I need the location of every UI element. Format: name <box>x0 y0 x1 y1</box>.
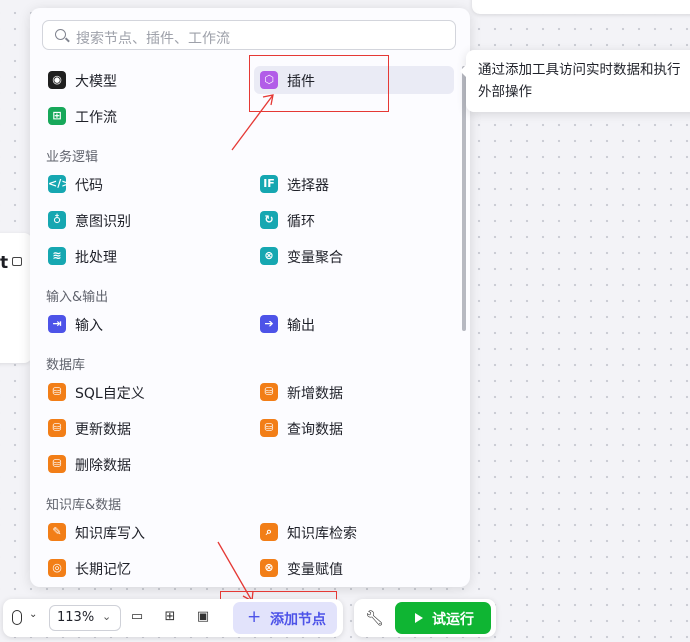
add-node-label: 添加节点 <box>270 612 326 628</box>
wrench-icon[interactable]: 🔧︎ <box>365 609 384 627</box>
plus-icon: + <box>247 607 262 627</box>
layout-grid-icon[interactable]: ⊞ <box>163 610 177 624</box>
annotation-arrows <box>217 94 274 603</box>
test-run-button[interactable]: 试运行 <box>395 602 491 634</box>
play-icon <box>415 613 423 623</box>
run-toolbar: 🔧︎ 试运行 <box>354 599 496 637</box>
chevron-down-icon[interactable]: ⌄ <box>29 609 37 620</box>
test-run-label: 试运行 <box>432 612 474 628</box>
zoom-select[interactable]: 113% ⌄ <box>49 605 121 631</box>
zoom-value: 113% <box>57 610 95 625</box>
add-node-button[interactable]: + 添加节点 <box>233 602 337 634</box>
minimap-icon[interactable]: ▣ <box>196 610 210 624</box>
canvas-toolbar: ⌄ 113% ⌄ ▭ ⊞ ▣ + 添加节点 <box>3 599 343 637</box>
chevron-down-icon: ⌄ <box>102 610 112 623</box>
mouse-mode-icon[interactable] <box>12 610 22 625</box>
comment-icon[interactable]: ▭ <box>130 610 144 624</box>
